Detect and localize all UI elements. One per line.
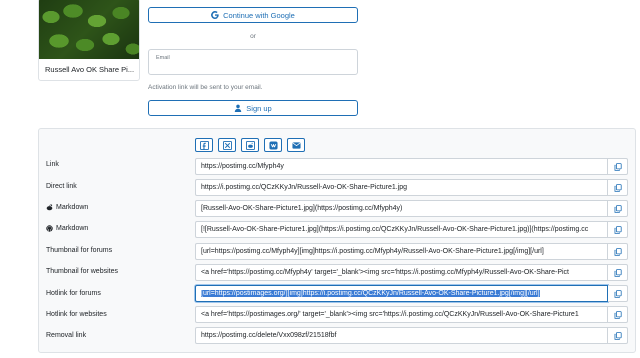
- row-label-direct-link: Direct link: [46, 183, 77, 190]
- copy-icon: [614, 225, 622, 234]
- copy-direct-link-button[interactable]: [608, 179, 628, 196]
- or-divider: or: [148, 0, 358, 50]
- share-vk-button[interactable]: [264, 138, 282, 152]
- row-label-markdown-reddit: Markdown: [46, 204, 88, 211]
- removal-link-field[interactable]: https://postimg.cc/delete/Vxx098zf/21518…: [195, 327, 608, 344]
- uploaded-image-preview[interactable]: [39, 0, 139, 59]
- copy-hotlink-websites-button[interactable]: [608, 306, 628, 323]
- user-icon: [235, 104, 242, 112]
- activation-note: Activation link will be sent to your ema…: [148, 84, 263, 91]
- row-label-hotlink-forums: Hotlink for forums: [46, 290, 101, 297]
- copy-icon: [614, 268, 622, 277]
- copy-removal-link-button[interactable]: [608, 327, 628, 344]
- github-icon: [46, 225, 53, 232]
- share-x-button[interactable]: [218, 138, 236, 152]
- sign-up-button[interactable]: Sign up: [148, 100, 358, 116]
- vk-icon: [268, 140, 278, 150]
- row-label-thumbnail-forums: Thumbnail for forums: [46, 247, 113, 254]
- copy-link-button[interactable]: [608, 158, 628, 175]
- direct-link-field[interactable]: https://i.postimg.cc/QCzKKyJn/Russell-Av…: [195, 179, 608, 196]
- image-caption: Russell Avo OK Share Pi...: [45, 65, 135, 74]
- hotlink-forums-field[interactable]: [url=https://postimages.org/][img]https:…: [195, 285, 608, 302]
- selected-text: [url=https://postimages.org/][img]https:…: [201, 290, 540, 297]
- markdown-reddit-field[interactable]: [Russell-Avo-OK-Share-Picture1.jpg](http…: [195, 200, 608, 217]
- copy-icon: [614, 162, 622, 171]
- or-text: or: [250, 33, 256, 40]
- x-twitter-icon: [222, 140, 232, 150]
- row-label-link: Link: [46, 161, 59, 168]
- copy-markdown-github-button[interactable]: [608, 221, 628, 238]
- share-reddit-button[interactable]: [241, 138, 259, 152]
- share-buttons-row: [195, 138, 305, 152]
- sign-up-label: Sign up: [246, 103, 272, 113]
- row-label-hotlink-websites: Hotlink for websites: [46, 311, 107, 318]
- hotlink-websites-field[interactable]: <a href='https://postimages.org/' target…: [195, 306, 608, 323]
- facebook-icon: [199, 140, 209, 150]
- reddit-icon: [46, 204, 53, 211]
- thumbnail-forums-field[interactable]: [url=https://postimg.cc/Mfyph4y][img]htt…: [195, 243, 608, 260]
- row-label-thumbnail-websites: Thumbnail for websites: [46, 268, 118, 275]
- copy-markdown-reddit-button[interactable]: [608, 200, 628, 217]
- copy-icon: [614, 183, 622, 192]
- email-icon: [291, 141, 301, 149]
- image-thumbnail-card[interactable]: Russell Avo OK Share Pi...: [38, 0, 140, 81]
- copy-hotlink-forums-button[interactable]: [608, 285, 628, 302]
- row-label-markdown-github: Markdown: [46, 225, 88, 232]
- share-facebook-button[interactable]: [195, 138, 213, 152]
- reddit-icon: [245, 140, 255, 150]
- copy-icon: [614, 247, 622, 256]
- copy-icon: [614, 310, 622, 319]
- copy-thumbnail-websites-button[interactable]: [608, 264, 628, 281]
- markdown-github-field[interactable]: [![Russell-Avo-OK-Share-Picture1.jpg](ht…: [195, 221, 608, 238]
- copy-icon: [614, 289, 622, 298]
- link-field[interactable]: https://postimg.cc/Mfyph4y: [195, 158, 608, 175]
- share-email-button[interactable]: [287, 138, 305, 152]
- copy-icon: [614, 331, 622, 340]
- thumbnail-websites-field[interactable]: <a href='https://postimg.cc/Mfyph4y' tar…: [195, 264, 608, 281]
- row-label-removal-link: Removal link: [46, 332, 87, 339]
- email-field-label: Email: [156, 55, 170, 61]
- copy-thumbnail-forums-button[interactable]: [608, 243, 628, 260]
- copy-icon: [614, 204, 622, 213]
- email-field[interactable]: Email: [148, 49, 358, 75]
